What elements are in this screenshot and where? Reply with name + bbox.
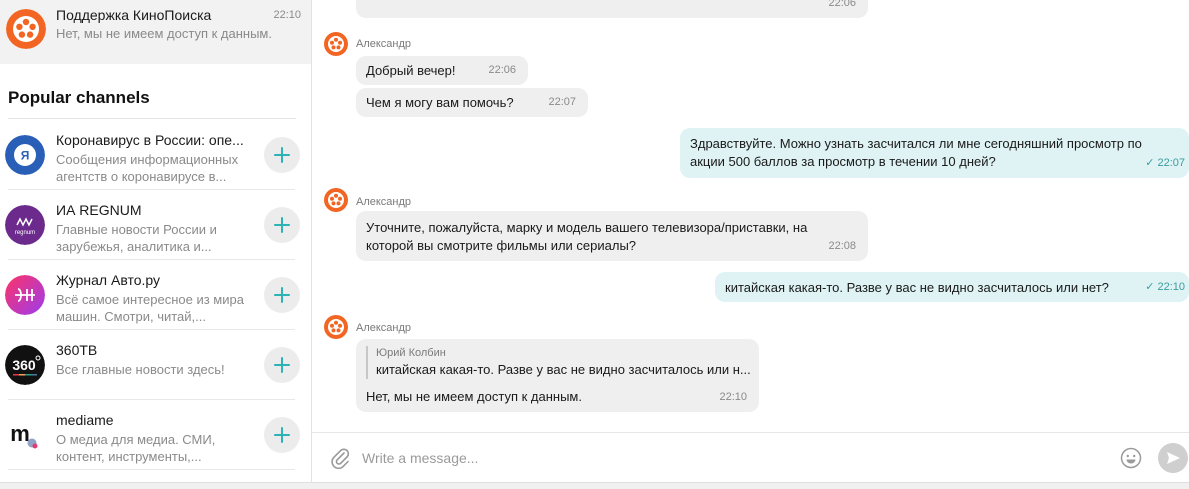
chat-panel: 22:06 Александр Добрый вечер! 22:06 Чем …: [312, 0, 1189, 482]
message-time: 22:10: [719, 391, 747, 403]
svg-text:360: 360: [12, 357, 36, 373]
plus-icon: [274, 217, 290, 233]
message-bubble: 22:06: [356, 0, 868, 18]
chat-name: Поддержка КиноПоиска: [56, 7, 212, 23]
channel-item[interactable]: 360 360ТВ Все главные новости здесь!: [0, 330, 311, 400]
paperclip-icon[interactable]: [330, 447, 350, 469]
message-composer: [312, 432, 1189, 482]
channel-description: Всё самое интересное из мира машин. Смот…: [56, 292, 244, 324]
message-text: Нет, мы не имеем доступ к данным.: [366, 389, 582, 404]
message-text-line: которой вы смотрите фильмы или сериалы?: [366, 238, 637, 253]
message-text: Чем я могу вам помочь?: [366, 95, 514, 110]
message-text-line: Уточните, пожалуйста, марку и модель ваш…: [366, 220, 808, 235]
kinopoisk-logo-icon: [6, 9, 46, 49]
kinopoisk-logo-icon: [324, 188, 348, 212]
channel-list: Я Коронавирус в России: опе... Сообщения…: [0, 120, 311, 470]
reply-quote[interactable]: Юрий Колбин китайская какая-то. Разве у …: [366, 346, 751, 379]
message-time: 22:08: [828, 240, 856, 252]
svg-text:m: m: [10, 421, 30, 446]
message-text: китайская какая-то. Разве у вас не видно…: [725, 280, 1109, 295]
svg-text:Я: Я: [21, 149, 30, 163]
check-icon: ✓: [1145, 157, 1155, 169]
channel-name: Коронавирус в России: опе...: [56, 132, 244, 148]
channel-name: 360ТВ: [56, 342, 98, 358]
add-channel-button[interactable]: [264, 277, 300, 313]
add-channel-button[interactable]: [264, 207, 300, 243]
channel-description: Сообщения информационных агентств о коро…: [56, 152, 239, 184]
message-bubble: Чем я могу вам помочь? 22:07: [356, 88, 588, 117]
message-bubble-outgoing: китайская какая-то. Разве у вас не видно…: [715, 272, 1189, 302]
message-time: 22:06: [488, 64, 516, 76]
kinopoisk-logo-icon: [324, 32, 348, 56]
chat-time: 22:10: [273, 9, 301, 21]
yandex-logo-icon: Я: [5, 135, 45, 175]
360tv-logo-icon: 360: [5, 345, 45, 385]
sidebar: Поддержка КиноПоиска 22:10 Нет, мы не им…: [0, 0, 312, 482]
channel-description: Главные новости России и зарубежья, анал…: [56, 222, 217, 254]
divider: [8, 118, 296, 119]
chat-list-item-kinopoisk-support[interactable]: Поддержка КиноПоиска 22:10 Нет, мы не им…: [0, 0, 311, 64]
svg-text:regnum: regnum: [15, 230, 35, 236]
send-button[interactable]: [1158, 443, 1188, 473]
message-time: 22:07: [548, 96, 576, 108]
message-text-line: акции 500 баллов за просмотр в течении 1…: [690, 154, 996, 169]
autoru-logo-icon: [5, 275, 45, 315]
quote-author: Юрий Колбин: [376, 347, 446, 359]
sender-name: Александр: [356, 322, 412, 334]
message-status: ✓ 22:07: [1145, 154, 1185, 172]
message-input[interactable]: [362, 445, 1102, 471]
emoji-icon[interactable]: [1120, 447, 1142, 469]
quote-text: китайская какая-то. Разве у вас не видно…: [376, 362, 751, 377]
message-time: 22:07: [1157, 157, 1185, 169]
plus-icon: [274, 357, 290, 373]
message-text: Добрый вечер!: [366, 63, 456, 78]
plus-icon: [274, 287, 290, 303]
kinopoisk-logo-icon: [324, 315, 348, 339]
message-time: 22:10: [1157, 281, 1185, 293]
send-icon: [1167, 452, 1180, 464]
channel-item[interactable]: Журнал Авто.ру Всё самое интересное из м…: [0, 260, 311, 330]
message-list[interactable]: 22:06 Александр Добрый вечер! 22:06 Чем …: [312, 0, 1189, 432]
message-bubble-outgoing: Здравствуйте. Можно узнать засчитался ли…: [680, 128, 1189, 178]
window-bottom-edge: [0, 482, 1189, 489]
message-bubble: Уточните, пожалуйста, марку и модель ваш…: [356, 211, 868, 261]
messenger-app: Поддержка КиноПоиска 22:10 Нет, мы не им…: [0, 0, 1189, 489]
channel-name: ИА REGNUM: [56, 202, 142, 218]
add-channel-button[interactable]: [264, 417, 300, 453]
plus-icon: [274, 147, 290, 163]
channel-item[interactable]: Я Коронавирус в России: опе... Сообщения…: [0, 120, 311, 190]
channel-item[interactable]: regnum ИА REGNUM Главные новости России …: [0, 190, 311, 260]
message-bubble: Добрый вечер! 22:06: [356, 56, 528, 85]
channel-name: Журнал Авто.ру: [56, 272, 161, 288]
channel-description: О медиа для медиа. СМИ, контент, инструм…: [56, 432, 216, 464]
sender-name: Александр: [356, 196, 412, 208]
plus-icon: [274, 427, 290, 443]
message-time: 22:06: [828, 0, 856, 9]
message-bubble: Юрий Колбин китайская какая-то. Разве у …: [356, 339, 759, 412]
add-channel-button[interactable]: [264, 347, 300, 383]
channel-name: mediame: [56, 412, 114, 428]
check-icon: ✓: [1145, 281, 1155, 293]
section-title: Popular channels: [8, 88, 150, 107]
chat-preview: Нет, мы не имеем доступ к данным.: [56, 26, 272, 41]
mediame-logo-icon: m: [5, 415, 45, 455]
message-status: ✓ 22:10: [1145, 278, 1185, 296]
divider: [8, 469, 295, 470]
message-text-line: Здравствуйте. Можно узнать засчитался ли…: [690, 136, 1142, 151]
regnum-logo-icon: regnum: [5, 205, 45, 245]
channel-item[interactable]: m mediame О медиа для медиа. СМИ, контен…: [0, 400, 311, 470]
sender-name: Александр: [356, 38, 412, 50]
add-channel-button[interactable]: [264, 137, 300, 173]
channel-description: Все главные новости здесь!: [56, 362, 225, 377]
